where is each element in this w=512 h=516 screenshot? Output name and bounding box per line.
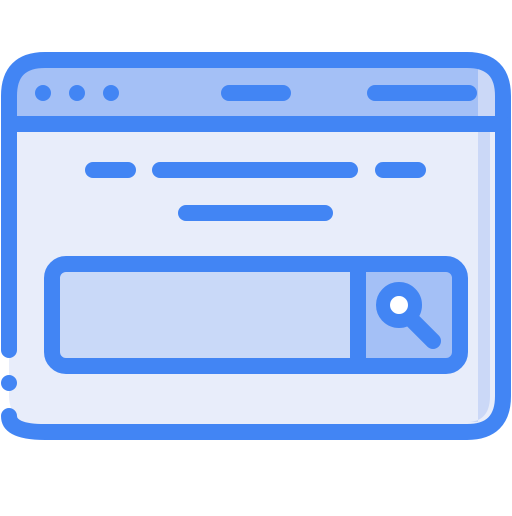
window-control-dot-icon — [35, 85, 51, 101]
window-outline-dot — [1, 375, 17, 391]
browser-search-illustration — [0, 0, 512, 512]
window-control-dot-icon — [69, 85, 85, 101]
search-input — [52, 264, 358, 366]
window-control-dot-icon — [103, 85, 119, 101]
browser-window-search-icon — [1, 52, 511, 440]
